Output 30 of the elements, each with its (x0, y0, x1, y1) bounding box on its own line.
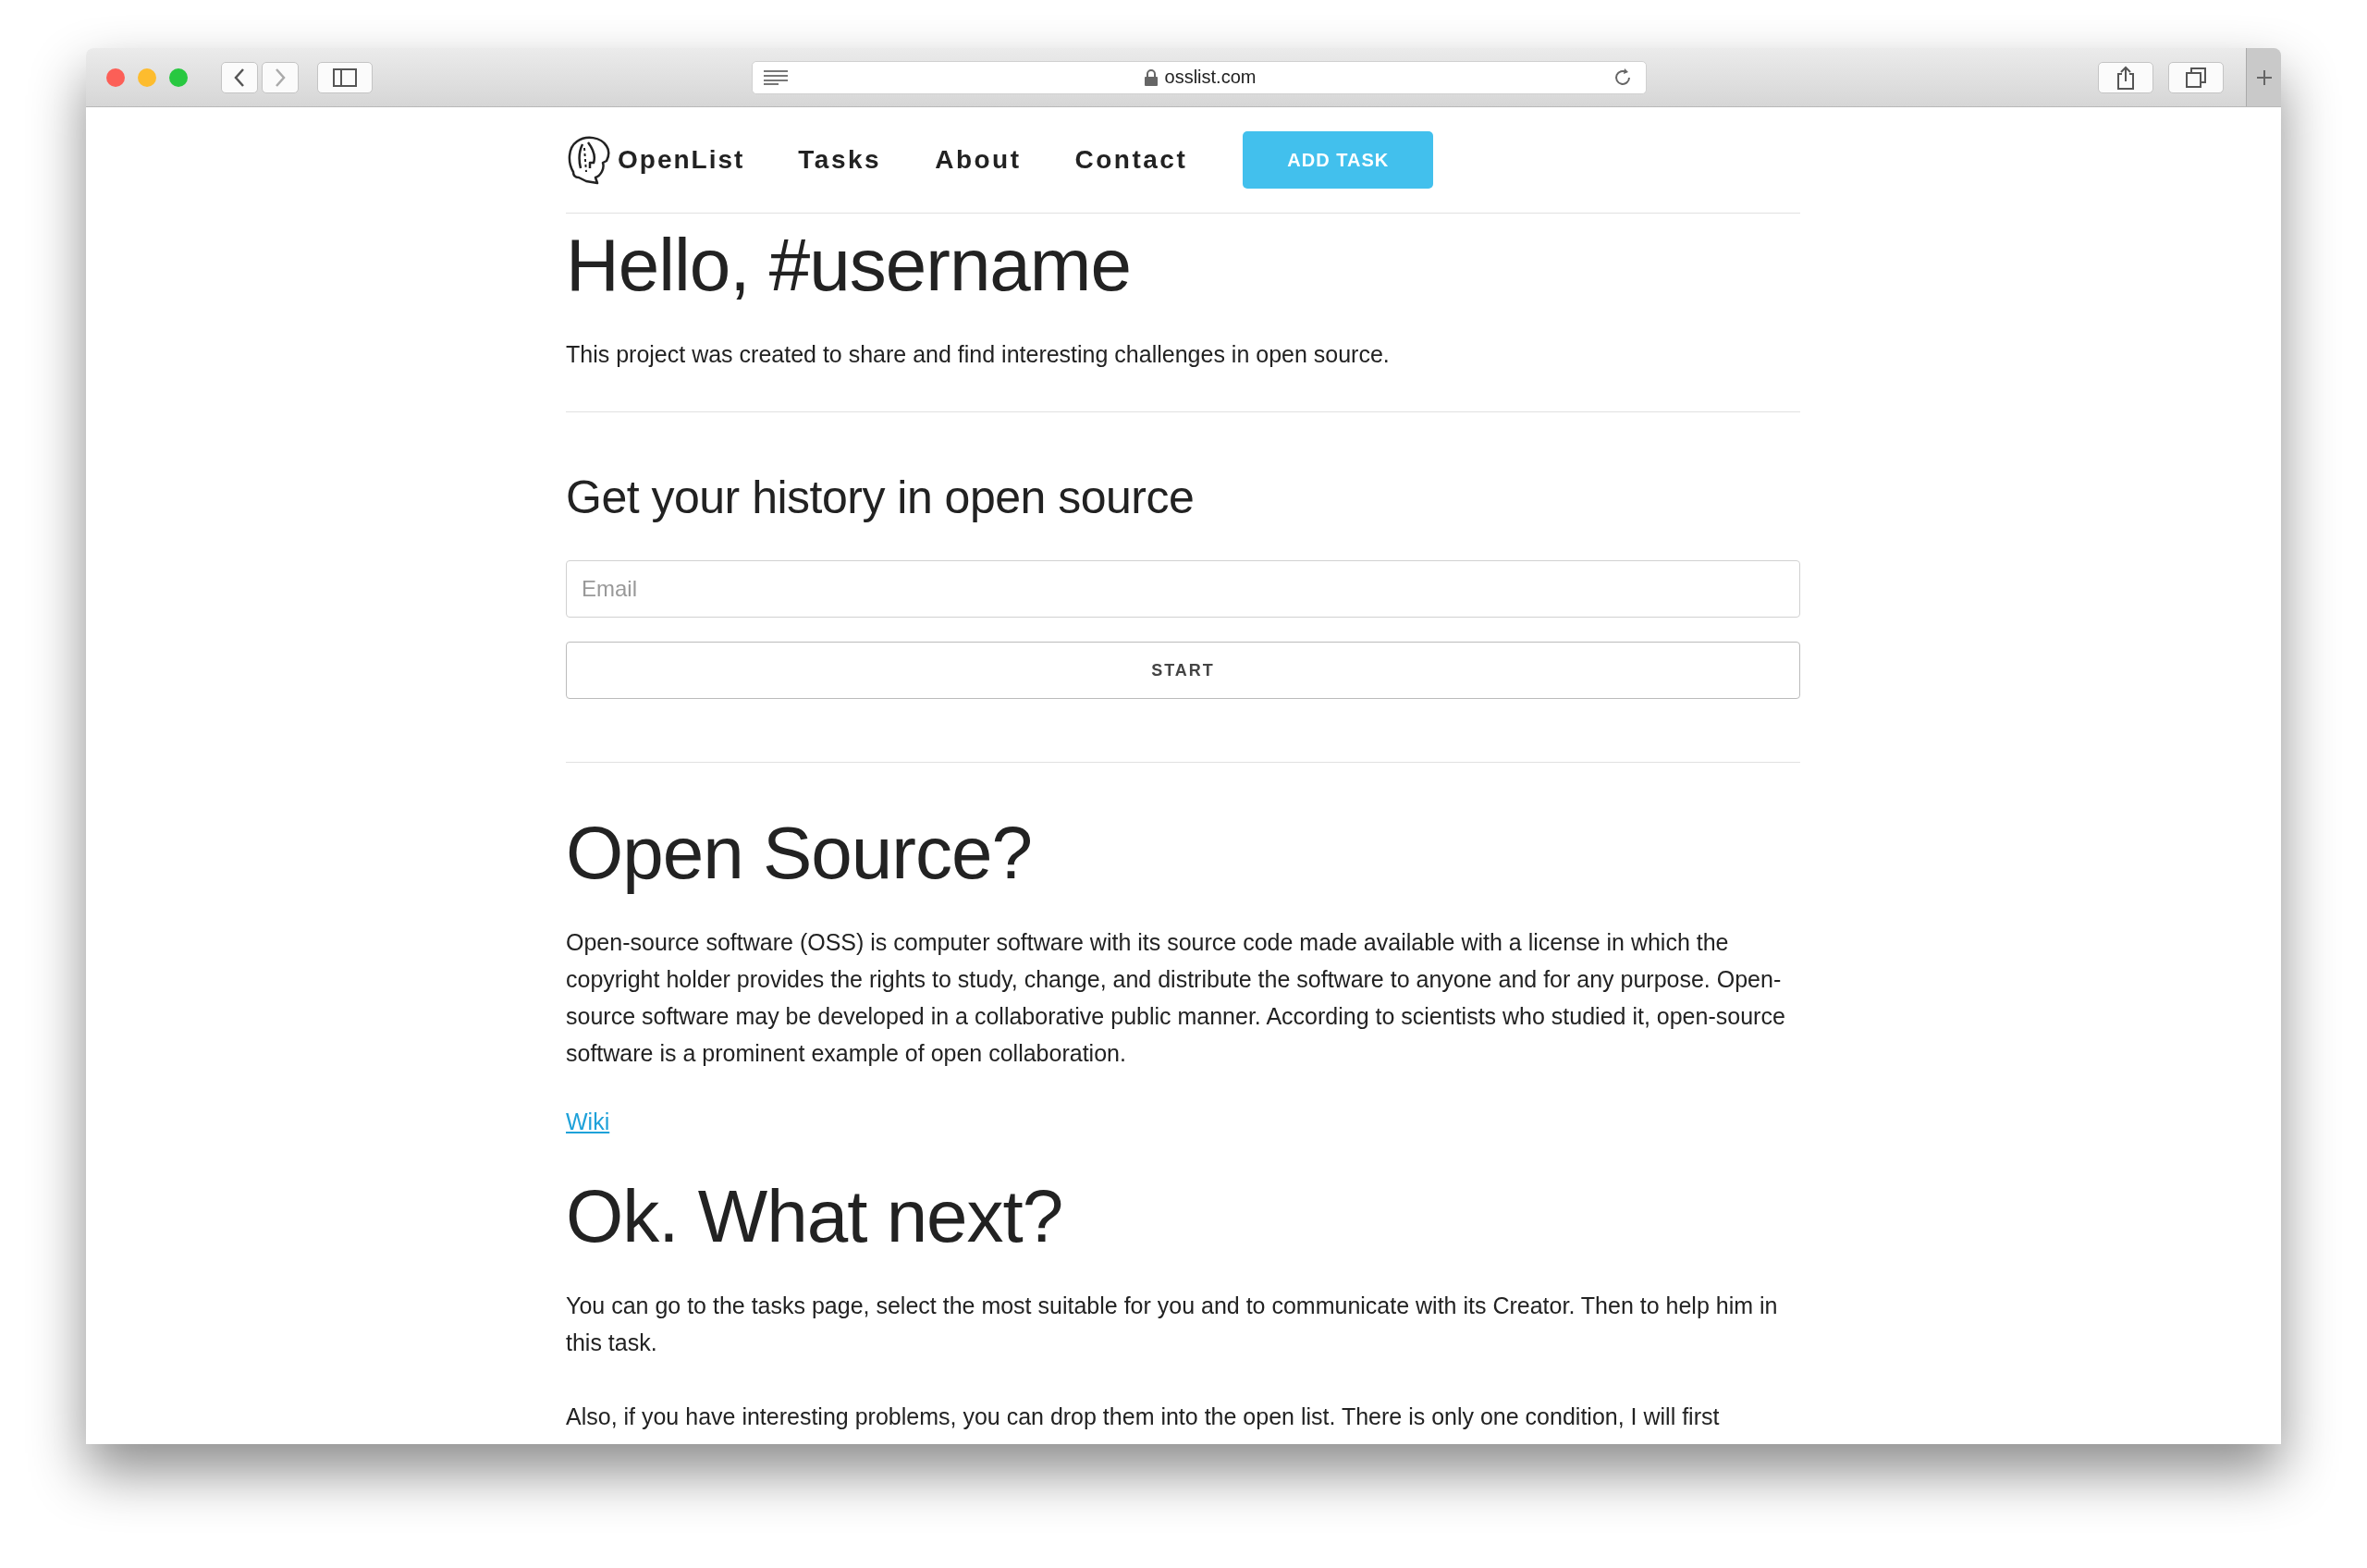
paragraph: Open-source software (OSS) is computer software with its source code made available with a license in which the copyright holder provides the rights to study, change, and distribute the software to anyone and for any purpose. Open-source software may be developed in a collaborative public manner. According to scientists who studied it, open-source software is a prominent example of open collaboration. (566, 928, 1786, 1068)
sidebar-icon[interactable] (333, 67, 357, 87)
tabs-icon[interactable] (2185, 66, 2207, 89)
paragraph: You can go to the tasks page, select the most suitable for you and to communicate with its Creator. Then to help him in this task. (566, 1292, 1779, 1357)
new-tab-button[interactable] (2246, 48, 2281, 106)
reload-icon[interactable] (1613, 67, 1633, 88)
section-heading: Ok. What next? (566, 1174, 1063, 1259)
nav-link[interactable]: Tasks (798, 145, 882, 175)
share-button[interactable] (2098, 61, 2153, 93)
nav-link[interactable]: About (935, 145, 1022, 175)
back-button[interactable] (221, 61, 258, 93)
sidebar-button[interactable] (317, 61, 373, 93)
nav-link[interactable]: Contact (1074, 145, 1188, 175)
plus-icon[interactable] (2254, 67, 2274, 87)
tabs-button[interactable] (2168, 61, 2224, 93)
lock-icon (1144, 68, 1158, 86)
section-heading: Open Source? (566, 811, 1032, 896)
brand-name[interactable]: OpenList (618, 145, 745, 175)
start-button[interactable]: START (566, 642, 1800, 699)
page-heading: Hello, #username (566, 223, 1131, 308)
helmet-logo-icon[interactable] (566, 135, 612, 185)
back-icon[interactable] (233, 67, 246, 88)
paragraph: Also, if you have interesting problems, you can drop them into the open list. There is only one condition, I will first (566, 1403, 1720, 1431)
email-field[interactable]: Email (566, 560, 1800, 618)
reader-icon[interactable] (764, 69, 788, 85)
share-icon[interactable] (2116, 65, 2135, 90)
intro-text: This project was created to share and find interesting challenges in open source. (566, 340, 1390, 369)
url-text: osslist.com (1164, 67, 1257, 88)
address-bar[interactable]: osslist.com (752, 60, 1647, 94)
section-heading: Get your history in open source (566, 471, 1195, 525)
